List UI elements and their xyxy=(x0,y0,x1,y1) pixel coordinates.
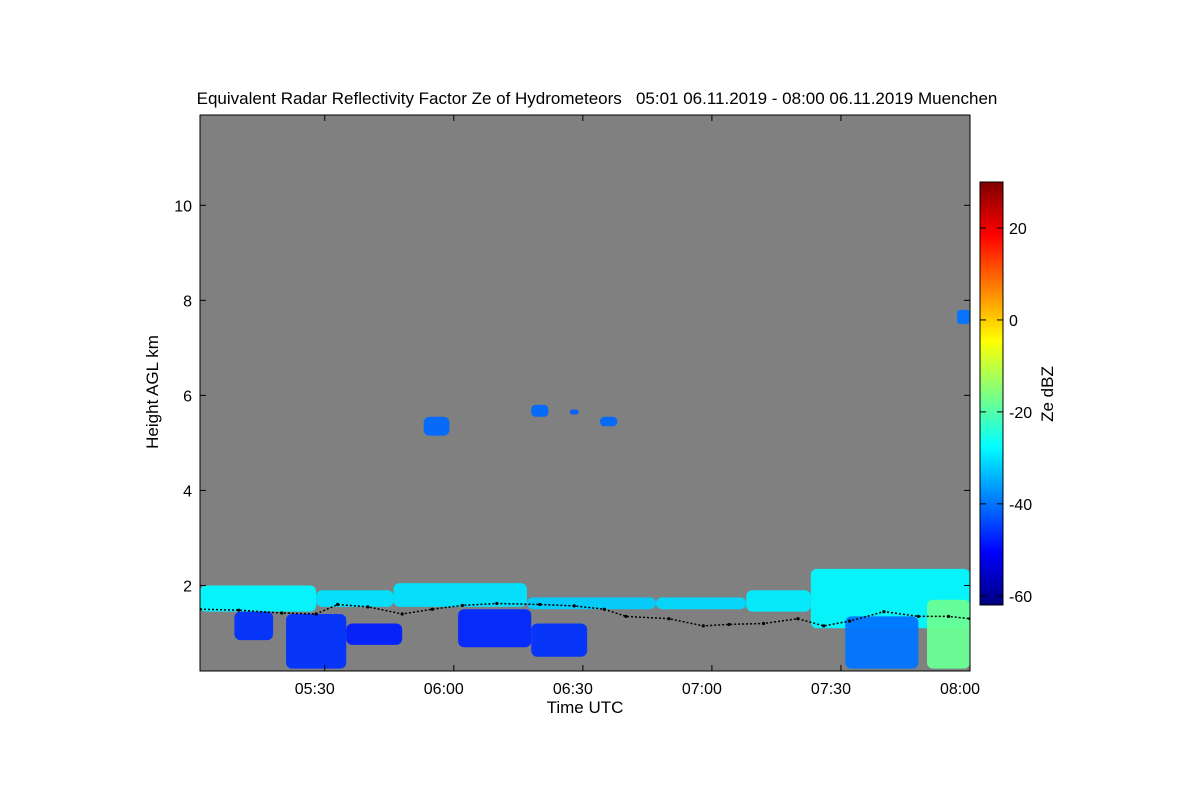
echo-region xyxy=(423,416,450,436)
echo-region xyxy=(569,409,579,415)
echo-region xyxy=(526,597,656,610)
x-tick-label: 07:30 xyxy=(811,681,851,698)
echo-region xyxy=(531,623,588,657)
y-axis-label: Height AGL km xyxy=(143,335,162,449)
y-tick-label: 6 xyxy=(183,388,192,405)
echo-region xyxy=(655,597,747,610)
chart-title: Equivalent Radar Reflectivity Factor Ze … xyxy=(197,89,998,108)
x-tick-label: 08:00 xyxy=(940,681,980,698)
y-tick-label: 8 xyxy=(183,293,192,310)
colorbar-tick-label: 0 xyxy=(1009,313,1018,330)
echo-region xyxy=(845,616,919,669)
x-tick-label: 06:00 xyxy=(424,681,464,698)
echo-region xyxy=(458,609,532,648)
echo-region xyxy=(234,611,274,641)
echo-region xyxy=(531,404,549,417)
colorbar-tick-label: -20 xyxy=(1009,405,1032,422)
echo-region xyxy=(600,416,618,427)
echo-region xyxy=(393,583,527,607)
x-axis-label: Time UTC xyxy=(547,698,624,717)
echo-region xyxy=(926,599,970,669)
y-tick-label: 4 xyxy=(183,483,192,500)
echo-region xyxy=(746,590,811,612)
echo-region xyxy=(200,585,317,612)
echo-region xyxy=(957,309,970,325)
colorbar xyxy=(979,181,1004,606)
x-tick-label: 07:00 xyxy=(682,681,722,698)
x-tick-label: 06:30 xyxy=(553,681,593,698)
radar-reflectivity-chart: Equivalent Radar Reflectivity Factor Ze … xyxy=(143,89,1057,717)
y-tick-label: 2 xyxy=(183,578,192,595)
colorbar-tick-label: 20 xyxy=(1009,221,1027,238)
echo-region xyxy=(286,613,347,669)
x-tick-label: 05:30 xyxy=(295,681,335,698)
y-tick-label: 10 xyxy=(174,198,192,215)
echo-region xyxy=(316,590,394,607)
colorbar-label: Ze dBZ xyxy=(1038,366,1057,422)
colorbar-tick-label: -60 xyxy=(1009,589,1032,606)
echo-region xyxy=(346,623,403,645)
colorbar-tick-label: -40 xyxy=(1009,497,1032,514)
